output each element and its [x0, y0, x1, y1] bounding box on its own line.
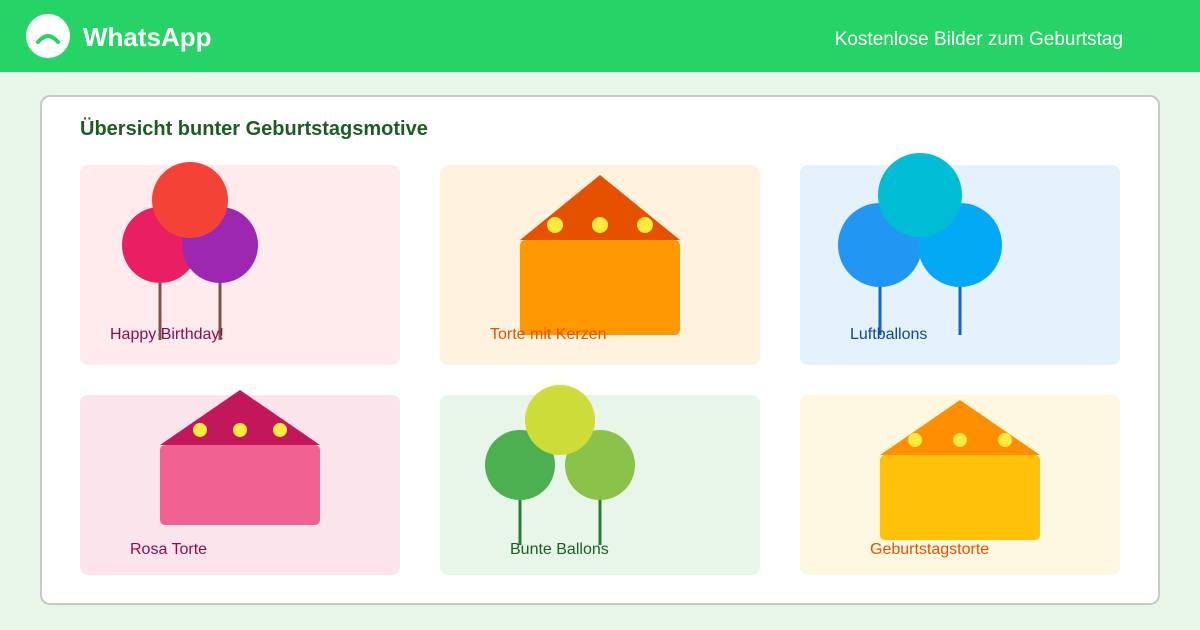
app-name[interactable]: WhatsApp — [83, 22, 212, 52]
card-luftballons[interactable] — [800, 165, 1120, 365]
header-caption: Kostenlose Bilder zum Geburtstag — [834, 29, 1123, 50]
card-label: Geburtstagstorte — [870, 541, 990, 558]
card-label: Rosa Torte — [130, 541, 208, 558]
card-label: Happy Birthday! — [110, 326, 224, 343]
card-rosa-torte[interactable] — [80, 395, 400, 575]
card-label: Torte mit Kerzen — [490, 326, 607, 343]
whatsapp-logo-icon[interactable] — [26, 14, 70, 58]
card-label: Luftballons — [850, 326, 928, 343]
top-bar: WhatsApp Kostenlose Bilder zum Geburtsta… — [0, 0, 1200, 72]
logo-smile-icon — [36, 34, 60, 44]
page-title: Übersicht bunter Geburtstagsmotive — [80, 118, 428, 140]
card-label: Bunte Ballons — [510, 541, 609, 558]
